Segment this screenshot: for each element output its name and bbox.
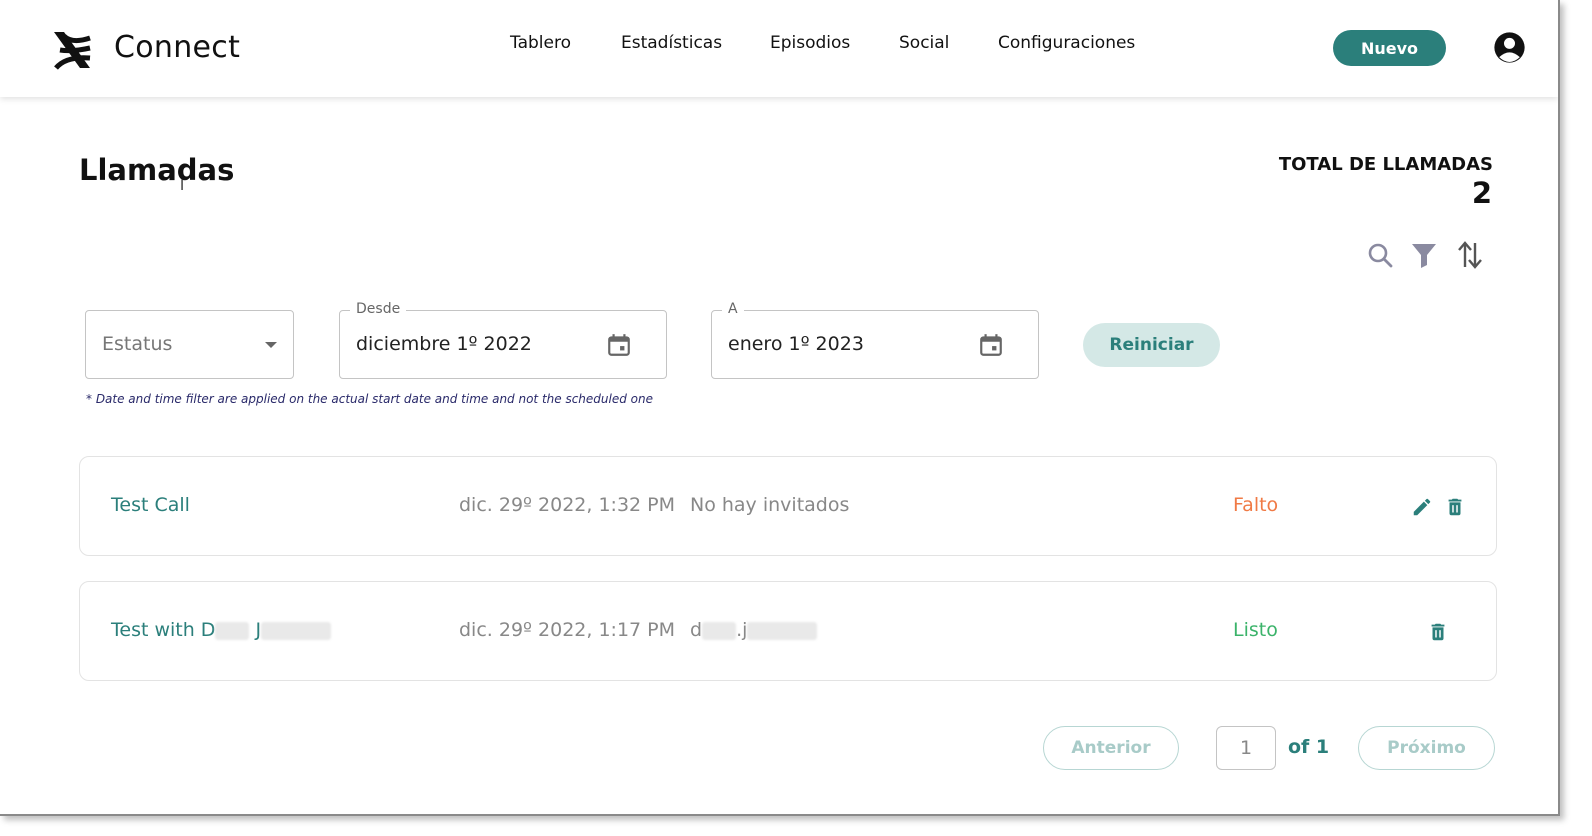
page-total: of 1 <box>1288 736 1330 758</box>
redacted-text <box>215 621 250 640</box>
delete-icon[interactable] <box>1427 621 1449 643</box>
nav-social[interactable]: Social <box>899 33 949 53</box>
call-guests: d .j <box>690 619 818 641</box>
redacted-text <box>702 621 737 640</box>
to-date-label: A <box>722 301 744 317</box>
delete-icon[interactable] <box>1444 496 1466 518</box>
calendar-icon[interactable] <box>978 332 1004 358</box>
from-date-label: Desde <box>350 301 407 317</box>
page-title: Llamadas <box>79 153 235 187</box>
call-status: Falto <box>1233 494 1279 516</box>
total-calls-value: 2 <box>1471 176 1492 210</box>
date-filter-note: * Date and time filter are applied on th… <box>86 392 653 406</box>
from-date-value: diciembre 1º 2022 <box>356 333 532 355</box>
call-card[interactable]: Test with D J dic. 29º 2022, 1:17 PM d .j… <box>79 581 1497 681</box>
sort-icon[interactable] <box>1455 240 1485 270</box>
call-title-prefix: Test with D <box>111 619 216 641</box>
nav-tablero[interactable]: Tablero <box>510 33 571 53</box>
call-status: Listo <box>1233 619 1278 641</box>
nav-estadisticas[interactable]: Estadísticas <box>621 33 722 53</box>
reset-button[interactable]: Reiniciar <box>1083 323 1220 367</box>
text-cursor-icon: I <box>180 178 185 194</box>
app-window: Connect Tablero Estadísticas Episodios S… <box>0 0 1560 816</box>
next-page-button[interactable]: Próximo <box>1358 726 1495 770</box>
account-circle-icon[interactable] <box>1493 31 1526 64</box>
call-datetime: dic. 29º 2022, 1:17 PM <box>459 619 676 641</box>
nav-configuraciones[interactable]: Configuraciones <box>998 33 1135 53</box>
filter-icon[interactable] <box>1409 240 1439 270</box>
call-guests-mid: .j <box>736 619 748 641</box>
call-title[interactable]: Test Call <box>111 494 190 516</box>
nav-episodios[interactable]: Episodios <box>770 33 850 53</box>
call-datetime: dic. 29º 2022, 1:32 PM <box>459 494 676 516</box>
edit-icon[interactable] <box>1411 496 1433 518</box>
previous-page-button[interactable]: Anterior <box>1043 726 1179 770</box>
call-card[interactable]: Test Call dic. 29º 2022, 1:32 PM No hay … <box>79 456 1497 556</box>
search-icon[interactable] <box>1365 240 1395 270</box>
status-placeholder: Estatus <box>102 333 173 355</box>
calendar-icon[interactable] <box>606 332 632 358</box>
main-nav: Tablero Estadísticas Episodios Social Co… <box>0 33 1558 55</box>
new-button[interactable]: Nuevo <box>1333 30 1446 66</box>
call-guests-prefix: d <box>690 619 703 641</box>
to-date-field[interactable]: A enero 1º 2023 <box>711 301 1039 379</box>
from-date-field[interactable]: Desde diciembre 1º 2022 <box>339 301 667 379</box>
status-select[interactable]: Estatus <box>85 310 294 379</box>
total-calls-label: TOTAL DE LLAMADAS <box>1278 154 1493 175</box>
call-guests: No hay invitados <box>690 494 850 516</box>
redacted-text <box>747 621 818 640</box>
redacted-text <box>261 621 332 640</box>
page-number-input[interactable] <box>1216 726 1276 770</box>
chevron-down-icon <box>265 342 277 348</box>
top-header: Connect Tablero Estadísticas Episodios S… <box>0 0 1558 97</box>
to-date-value: enero 1º 2023 <box>728 333 864 355</box>
call-title[interactable]: Test with D J <box>111 619 332 641</box>
